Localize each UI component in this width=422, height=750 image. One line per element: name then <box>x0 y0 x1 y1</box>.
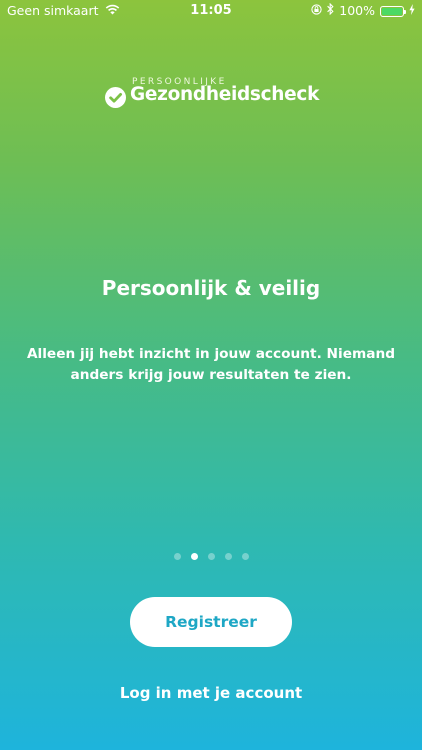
orientation-lock-icon <box>311 0 322 22</box>
charging-icon <box>409 0 415 22</box>
bluetooth-icon <box>327 0 334 22</box>
battery-tip <box>404 9 406 14</box>
battery-icon <box>380 5 406 17</box>
page-dot[interactable] <box>207 553 215 560</box>
battery-percent: 100% <box>339 3 375 18</box>
page-dot[interactable] <box>190 553 198 560</box>
onboarding-title: Persoonlijk & veilig <box>101 276 321 300</box>
login-link[interactable]: Log in met je account <box>0 681 422 705</box>
page-dot[interactable] <box>173 553 181 560</box>
checkmark-circle-icon <box>105 87 126 108</box>
logo-title: Gezondheidscheck <box>130 84 320 105</box>
page-dot[interactable] <box>241 553 249 560</box>
page-dot[interactable] <box>224 553 232 560</box>
status-bar: Geen simkaart 11:05 100% <box>0 0 422 22</box>
onboarding-screen: Geen simkaart 11:05 100% PERSOONLIJKE Ge… <box>0 0 422 750</box>
page-indicator[interactable] <box>0 553 422 560</box>
register-button[interactable]: Registreer <box>130 597 292 647</box>
onboarding-body: Alleen jij hebt inzicht in jouw account.… <box>26 346 396 383</box>
status-right: 100% <box>311 0 415 22</box>
battery-fill <box>382 7 402 15</box>
app-logo: PERSOONLIJKE Gezondheidscheck <box>105 76 325 112</box>
